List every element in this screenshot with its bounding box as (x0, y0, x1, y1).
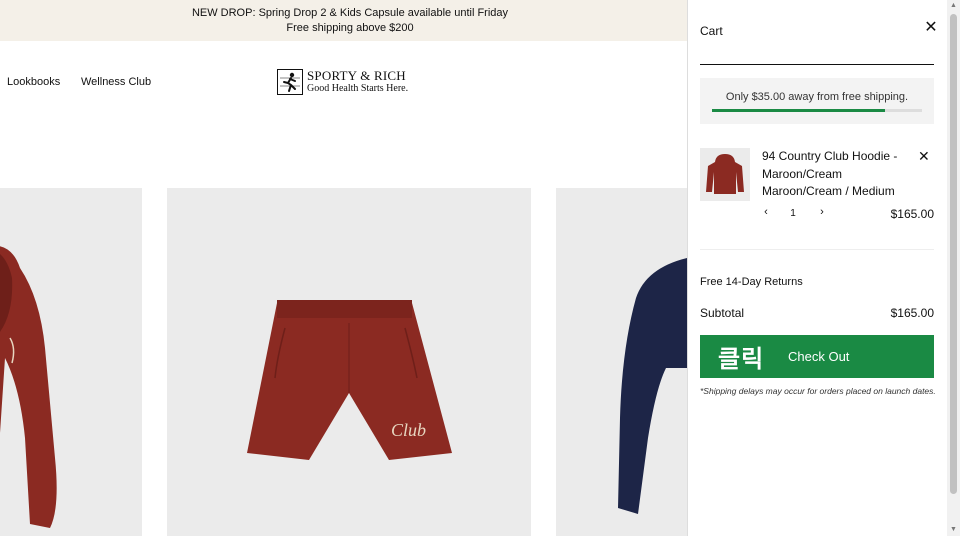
nav-lookbooks[interactable]: Lookbooks (7, 76, 60, 88)
runner-icon (277, 69, 303, 95)
quantity-decrease-button[interactable]: ‹ (760, 206, 772, 218)
scroll-up-arrow-icon[interactable]: ▲ (947, 0, 960, 12)
checkout-label: Check Out (788, 349, 850, 364)
scrollbar-thumb[interactable] (950, 14, 957, 494)
maroon-hoodie-image (0, 246, 57, 528)
close-icon[interactable]: ✕ (923, 20, 939, 36)
brand-name: SPORTY & RICH (307, 68, 406, 83)
cart-item-name-line-1: 94 Country Club Hoodie - (762, 149, 898, 163)
item-divider (700, 249, 934, 250)
cart-divider (700, 64, 934, 65)
scroll-down-arrow-icon[interactable]: ▼ (947, 524, 960, 536)
club-print-icon: Club (391, 420, 426, 440)
navy-hoodie-image (618, 258, 687, 514)
cart-item-variant: Maroon/Cream / Medium (762, 184, 895, 198)
cart-item-price: $165.00 (890, 207, 934, 221)
shipping-progress-fill (712, 109, 886, 112)
click-overlay-label: 클릭 (718, 345, 765, 373)
nav-wellness-club[interactable]: Wellness Club (81, 76, 151, 88)
shipping-progress-track (712, 109, 922, 112)
checkout-button[interactable]: 클릭 Check Out (700, 335, 934, 378)
cart-item-details[interactable]: 94 Country Club Hoodie - Maroon/Cream Ma… (762, 148, 902, 201)
announcement-line-2: Free shipping above $200 (286, 22, 414, 34)
remove-item-icon[interactable]: ✕ (918, 148, 930, 164)
cart-drawer: Cart ✕ Only $35.00 away from free shippi… (687, 0, 947, 536)
maroon-shorts-image: Club (247, 300, 452, 460)
cart-item-name-line-2: Maroon/Cream (762, 166, 843, 181)
subtotal-value: $165.00 (890, 306, 934, 320)
free-shipping-progress: Only $35.00 away from free shipping. (700, 78, 934, 124)
product-card-navy-hoodie[interactable] (556, 188, 687, 536)
free-shipping-message: Only $35.00 away from free shipping. (725, 91, 909, 103)
product-card-shorts[interactable]: Club (167, 188, 531, 536)
page-scrollbar[interactable]: ▲ ▼ (947, 0, 960, 536)
quantity-increase-button[interactable]: › (816, 206, 828, 218)
brand-tagline: Good Health Starts Here. (307, 83, 409, 94)
cart-item-thumbnail[interactable] (700, 148, 750, 201)
shipping-delay-note: *Shipping delays may occur for orders pl… (700, 386, 936, 396)
product-card-hoodie[interactable] (0, 188, 142, 536)
cart-title: Cart (700, 24, 723, 38)
returns-info: Free 14-Day Returns (700, 276, 803, 288)
announcement-line-1: NEW DROP: Spring Drop 2 & Kids Capsule a… (191, 7, 509, 19)
subtotal-label: Subtotal (700, 306, 745, 320)
brand-logo[interactable]: SPORTY & RICH Good Health Starts Here. (277, 68, 417, 98)
quantity-value: 1 (790, 208, 796, 219)
